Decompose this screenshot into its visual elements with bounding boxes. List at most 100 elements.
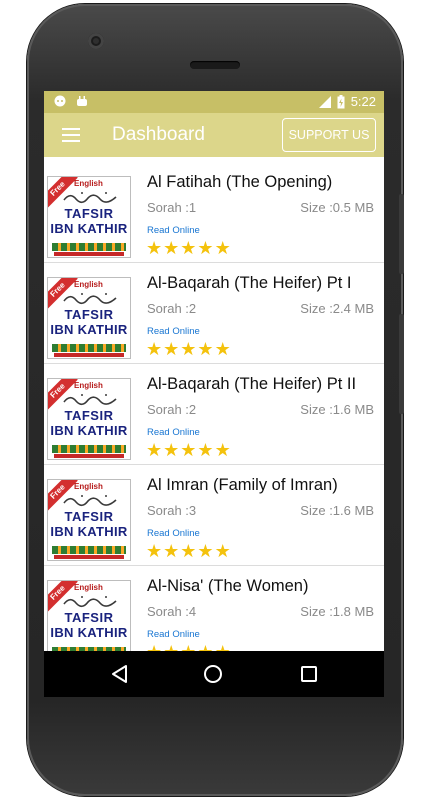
cover-ornament bbox=[52, 243, 126, 251]
cover-ornament-band bbox=[54, 555, 124, 559]
star-icon: ★ bbox=[163, 440, 180, 460]
sorah-number: Sorah :2 bbox=[147, 402, 197, 417]
item-title: Al Fatihah (The Opening) bbox=[147, 173, 333, 191]
item-title: Al-Baqarah (The Heifer) Pt I bbox=[147, 274, 352, 292]
wifi-icon bbox=[318, 95, 331, 108]
star-icon: ★ bbox=[163, 541, 180, 561]
cover-title-line2: IBN KATHIR bbox=[50, 625, 128, 640]
android-notification-icon bbox=[77, 96, 87, 106]
earpiece-speaker bbox=[190, 61, 240, 69]
item-title: Al-Baqarah (The Heifer) Pt II bbox=[147, 375, 357, 393]
arabic-calligraphy-icon bbox=[63, 596, 117, 608]
rating-stars: ★ ★ ★ ★ ★ bbox=[146, 542, 231, 560]
cover-title-line2: IBN KATHIR bbox=[50, 322, 128, 337]
app-bar: Dashboard SUPPORT US bbox=[44, 113, 384, 157]
cover-title-line1: TAFSIR bbox=[64, 408, 114, 423]
book-cover-thumbnail: Free English TAFSIR IBN KATHIR bbox=[47, 580, 131, 662]
cover-ornament-band bbox=[54, 454, 124, 458]
read-online-link[interactable]: Read Online bbox=[147, 326, 200, 337]
status-time: 5:22 bbox=[350, 94, 376, 109]
home-icon[interactable] bbox=[203, 664, 223, 684]
file-size: Size :1.8 MB bbox=[300, 604, 374, 619]
status-bar: 5:22 bbox=[44, 91, 384, 113]
cover-title-line2: IBN KATHIR bbox=[50, 221, 128, 236]
read-online-link[interactable]: Read Online bbox=[147, 427, 200, 438]
star-icon: ★ bbox=[146, 541, 163, 561]
star-icon: ★ bbox=[180, 339, 197, 359]
cover-language: English bbox=[74, 381, 103, 390]
recents-icon[interactable] bbox=[299, 664, 319, 684]
back-icon[interactable] bbox=[110, 664, 130, 684]
star-icon: ★ bbox=[146, 440, 163, 460]
arabic-calligraphy-icon bbox=[63, 192, 117, 204]
cover-title-line2: IBN KATHIR bbox=[50, 423, 128, 438]
star-icon: ★ bbox=[180, 238, 197, 258]
cover-title-line1: TAFSIR bbox=[64, 307, 114, 322]
support-us-button[interactable]: SUPPORT US bbox=[282, 118, 376, 152]
file-size: Size :1.6 MB bbox=[300, 503, 374, 518]
star-icon: ★ bbox=[214, 440, 231, 460]
star-icon: ★ bbox=[197, 238, 214, 258]
volume-button bbox=[399, 314, 404, 414]
list-item[interactable]: Free English TAFSIR IBN KATHIR Al Fatiha… bbox=[44, 162, 384, 263]
cover-language: English bbox=[74, 179, 103, 188]
star-icon: ★ bbox=[197, 440, 214, 460]
page-title: Dashboard bbox=[112, 124, 205, 145]
item-title: Al Imran (Family of Imran) bbox=[147, 476, 338, 494]
sorah-number: Sorah :4 bbox=[147, 604, 197, 619]
file-size: Size :2.4 MB bbox=[300, 301, 374, 316]
arabic-calligraphy-icon bbox=[63, 394, 117, 406]
sorah-number: Sorah :3 bbox=[147, 503, 197, 518]
read-online-link[interactable]: Read Online bbox=[147, 225, 200, 236]
cover-ornament bbox=[52, 344, 126, 352]
cover-language: English bbox=[74, 280, 103, 289]
cover-ornament bbox=[52, 445, 126, 453]
star-icon: ★ bbox=[163, 238, 180, 258]
book-cover-thumbnail: Free English TAFSIR IBN KATHIR bbox=[47, 277, 131, 359]
cover-language: English bbox=[74, 583, 103, 592]
star-icon: ★ bbox=[214, 238, 231, 258]
star-icon: ★ bbox=[214, 541, 231, 561]
list-item[interactable]: Free English TAFSIR IBN KATHIR Al-Baqara… bbox=[44, 364, 384, 465]
sorah-number: Sorah :1 bbox=[147, 200, 197, 215]
sorah-number: Sorah :2 bbox=[147, 301, 197, 316]
book-cover-thumbnail: Free English TAFSIR IBN KATHIR bbox=[47, 378, 131, 460]
arabic-calligraphy-icon bbox=[63, 293, 117, 305]
star-icon: ★ bbox=[180, 541, 197, 561]
chat-notification-icon bbox=[54, 95, 66, 107]
list-item[interactable]: Free English TAFSIR IBN KATHIR Al-Baqara… bbox=[44, 263, 384, 364]
item-title: Al-Nisa' (The Women) bbox=[147, 577, 309, 595]
front-camera bbox=[88, 33, 104, 49]
cover-title-line1: TAFSIR bbox=[64, 206, 114, 221]
system-nav-bar bbox=[44, 651, 384, 697]
battery-icon bbox=[337, 94, 345, 108]
cover-language: English bbox=[74, 482, 103, 491]
star-icon: ★ bbox=[146, 339, 163, 359]
cover-ornament bbox=[52, 546, 126, 554]
rating-stars: ★ ★ ★ ★ ★ bbox=[146, 441, 231, 459]
cover-ornament-band bbox=[54, 353, 124, 357]
star-icon: ★ bbox=[163, 339, 180, 359]
read-online-link[interactable]: Read Online bbox=[147, 629, 200, 640]
book-cover-thumbnail: Free English TAFSIR IBN KATHIR bbox=[47, 479, 131, 561]
rating-stars: ★ ★ ★ ★ ★ bbox=[146, 239, 231, 257]
arabic-calligraphy-icon bbox=[63, 495, 117, 507]
book-cover-thumbnail: Free English TAFSIR IBN KATHIR bbox=[47, 176, 131, 258]
screen: 5:22 Dashboard SUPPORT US Free English T… bbox=[44, 91, 384, 697]
star-icon: ★ bbox=[180, 440, 197, 460]
star-icon: ★ bbox=[146, 238, 163, 258]
surah-list: Free English TAFSIR IBN KATHIR Al Fatiha… bbox=[44, 162, 384, 667]
rating-stars: ★ ★ ★ ★ ★ bbox=[146, 340, 231, 358]
star-icon: ★ bbox=[197, 339, 214, 359]
power-button bbox=[399, 194, 404, 274]
star-icon: ★ bbox=[197, 541, 214, 561]
file-size: Size :1.6 MB bbox=[300, 402, 374, 417]
cover-ornament-band bbox=[54, 252, 124, 256]
star-icon: ★ bbox=[214, 339, 231, 359]
read-online-link[interactable]: Read Online bbox=[147, 528, 200, 539]
cover-title-line2: IBN KATHIR bbox=[50, 524, 128, 539]
cover-title-line1: TAFSIR bbox=[64, 610, 114, 625]
list-item[interactable]: Free English TAFSIR IBN KATHIR Al Imran … bbox=[44, 465, 384, 566]
cover-title-line1: TAFSIR bbox=[64, 509, 114, 524]
menu-icon[interactable] bbox=[62, 128, 80, 142]
